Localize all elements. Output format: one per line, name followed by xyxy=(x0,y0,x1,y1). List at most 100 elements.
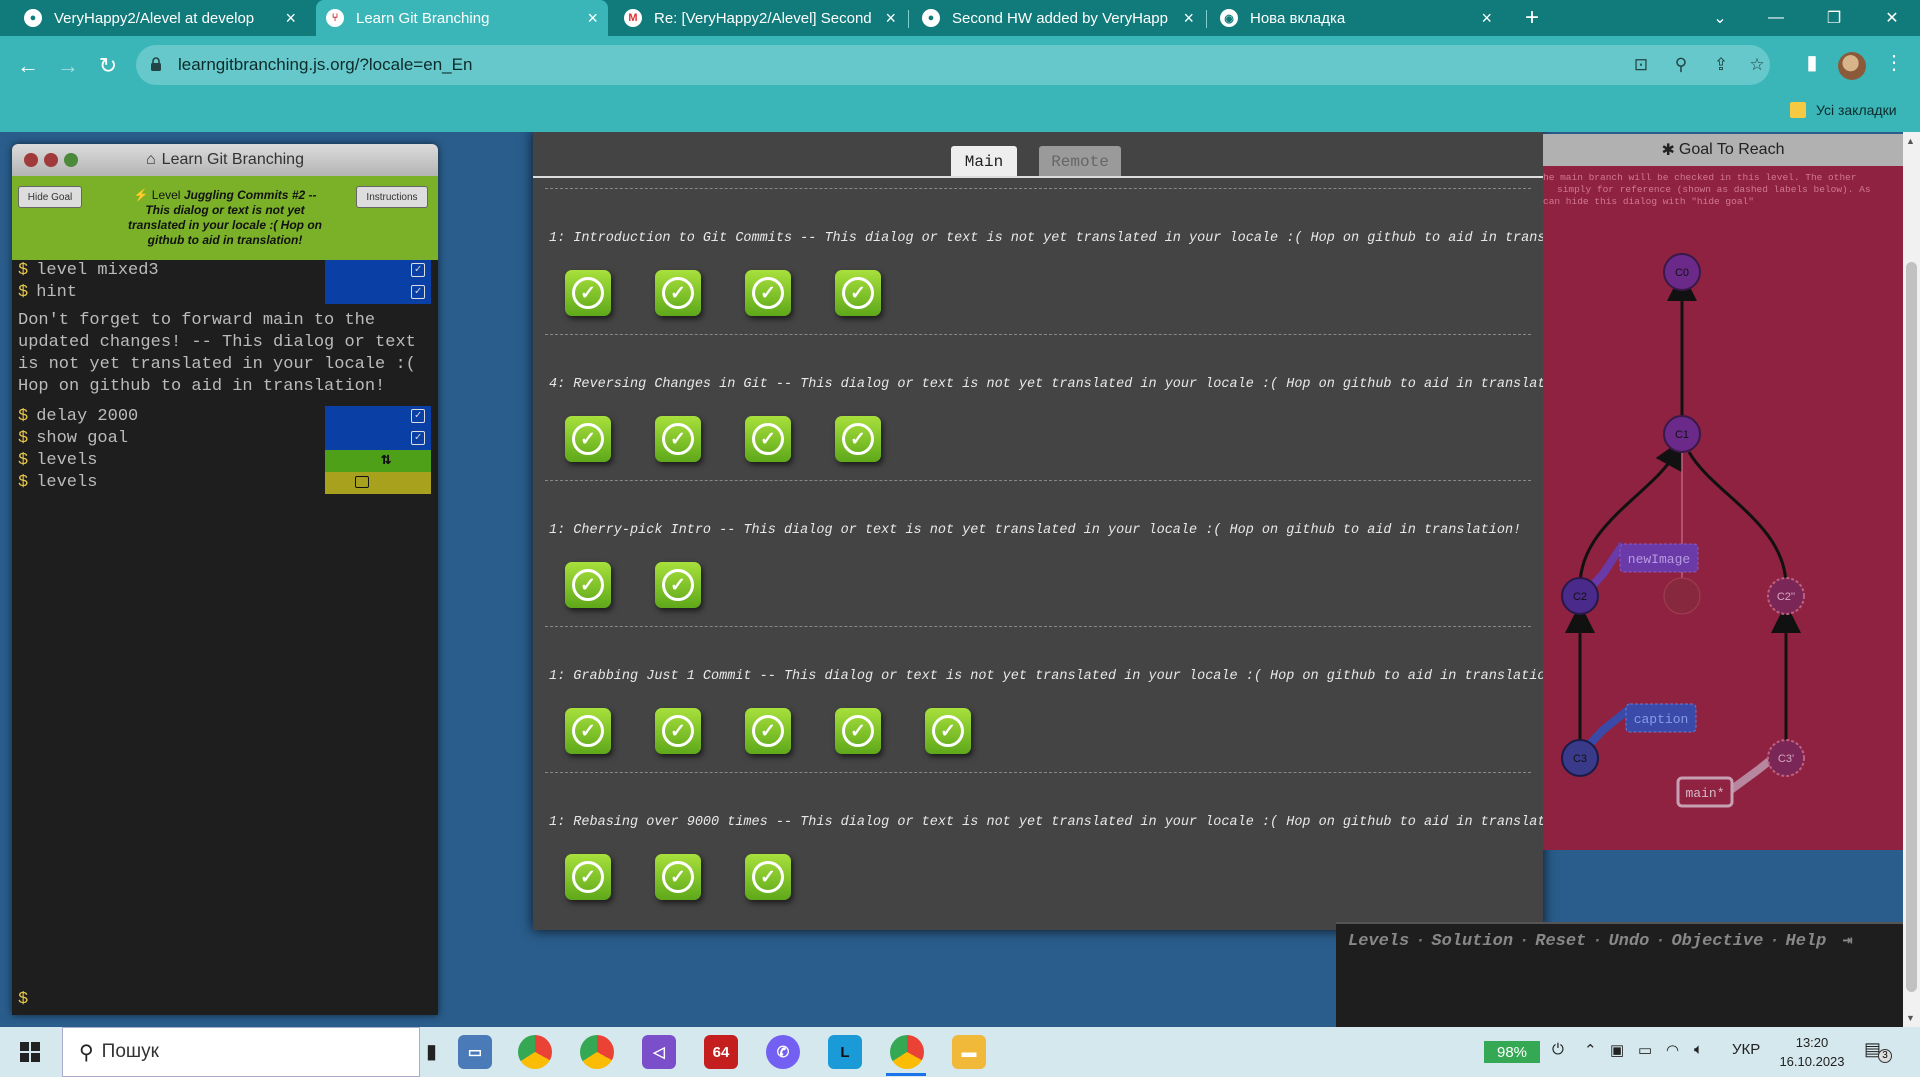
back-icon[interactable]: ← xyxy=(12,50,44,82)
task-view-icon[interactable]: ▮ xyxy=(426,1039,437,1064)
bookmarks-bar: Усі закладки xyxy=(0,94,1920,132)
solved-level-button[interactable]: ✓ xyxy=(835,270,881,316)
exit-icon[interactable]: ⇥ xyxy=(1843,932,1853,951)
meet-icon[interactable]: ▣ xyxy=(1610,1041,1624,1059)
close-tab-icon[interactable]: × xyxy=(1183,8,1194,29)
solved-level-button[interactable]: ✓ xyxy=(925,708,971,754)
solved-level-button[interactable]: ✓ xyxy=(655,854,701,900)
instructions-button[interactable]: Instructions xyxy=(356,186,428,208)
minimize-icon[interactable]: — xyxy=(1748,0,1804,36)
all-bookmarks-link[interactable]: Усі закладки xyxy=(1816,102,1897,118)
levels-link[interactable]: Levels xyxy=(1348,932,1409,951)
scrollbar-thumb[interactable] xyxy=(1906,262,1917,992)
close-tab-icon[interactable]: × xyxy=(1481,8,1492,29)
new-tab-button[interactable]: + xyxy=(1512,0,1552,36)
tab-learn-git-branching[interactable]: ⑂ Learn Git Branching × xyxy=(316,0,608,36)
viber-icon[interactable]: ✆ xyxy=(766,1035,800,1069)
checkmark-icon: ✓ xyxy=(752,277,784,309)
translate-icon[interactable]: ⊡ xyxy=(1630,55,1652,77)
solved-level-button[interactable]: ✓ xyxy=(655,270,701,316)
tab-new[interactable]: ◉ Нова вкладка × xyxy=(1210,0,1502,36)
level-select-dialog: Main Remote 1: Introduction to Git Commi… xyxy=(533,132,1543,930)
close-tab-icon[interactable]: × xyxy=(587,8,598,29)
checkmark-icon: ✓ xyxy=(752,715,784,747)
taskbar-search[interactable]: ⚲ Пошук xyxy=(62,1027,420,1077)
checkmark-icon: ✓ xyxy=(572,861,604,893)
objective-link[interactable]: Objective xyxy=(1671,932,1763,951)
sequence-title: 1: Introduction to Git Commits -- This d… xyxy=(549,231,1543,246)
solved-level-button[interactable]: ✓ xyxy=(655,416,701,462)
visual-studio-icon[interactable]: ◁ xyxy=(642,1035,676,1069)
terminal-titlebar: ⌂ Learn Git Branching xyxy=(12,144,438,176)
lock-icon[interactable] xyxy=(150,57,162,71)
scroll-down-icon[interactable]: ▼ xyxy=(1906,1013,1915,1023)
tab-remote[interactable]: Remote xyxy=(1039,146,1121,178)
solved-level-button[interactable]: ✓ xyxy=(565,562,611,608)
solved-level-button[interactable]: ✓ xyxy=(745,708,791,754)
speaker-icon[interactable]: 🔈︎ xyxy=(1694,1041,1703,1058)
forward-icon[interactable]: → xyxy=(52,50,84,82)
tabs-divider xyxy=(533,176,1543,178)
menu-icon[interactable]: ⋮ xyxy=(1880,50,1908,78)
avatar[interactable] xyxy=(1838,52,1866,80)
tab-main[interactable]: Main xyxy=(951,146,1017,178)
undo-link[interactable]: Undo xyxy=(1608,932,1649,951)
home-icon: ⌂ xyxy=(146,151,156,168)
command-prompt[interactable]: $ xyxy=(18,990,28,1009)
tab-search-icon[interactable]: ⌄ xyxy=(1692,0,1748,36)
checkmark-icon: ✓ xyxy=(662,569,694,601)
file-explorer-icon[interactable]: ▬ xyxy=(952,1035,986,1069)
commit-ghost xyxy=(1663,577,1701,615)
level-banner: Hide Goal ⚡ Level Juggling Commits #2 --… xyxy=(12,176,438,260)
solved-level-button[interactable]: ✓ xyxy=(835,416,881,462)
solved-level-button[interactable]: ✓ xyxy=(655,708,701,754)
restore-icon[interactable]: ❐ xyxy=(1806,0,1862,36)
solved-level-button[interactable]: ✓ xyxy=(745,854,791,900)
zoom-icon[interactable]: ⚲ xyxy=(1670,55,1692,77)
start-button[interactable] xyxy=(0,1027,60,1077)
wifi-icon[interactable]: ◠ xyxy=(1666,1041,1679,1059)
reload-icon[interactable]: ↻ xyxy=(92,50,124,82)
solved-level-button[interactable]: ✓ xyxy=(655,562,701,608)
battery-indicator[interactable]: 98% xyxy=(1484,1041,1540,1063)
battery-icon[interactable]: ▭ xyxy=(1638,1041,1652,1059)
clock[interactable]: 13:20 16.10.2023 xyxy=(1772,1033,1852,1071)
tab-gmail[interactable]: M Re: [VeryHappy2/Alevel] Second × xyxy=(614,0,906,36)
command-status: ✓ xyxy=(325,260,431,282)
l-app-icon[interactable]: L xyxy=(828,1035,862,1069)
commit-c2-label: C2 xyxy=(1573,591,1587,603)
chrome-profile-icon[interactable] xyxy=(580,1035,614,1069)
close-tab-icon[interactable]: × xyxy=(885,8,896,29)
reset-link[interactable]: Reset xyxy=(1535,932,1586,951)
chevron-up-icon[interactable]: ⌃ xyxy=(1584,1041,1597,1059)
aida64-icon[interactable]: 64 xyxy=(704,1035,738,1069)
language-indicator[interactable]: УКР xyxy=(1732,1041,1760,1058)
chrome-active-icon[interactable] xyxy=(890,1035,924,1069)
close-window-icon[interactable]: ✕ xyxy=(1864,0,1920,36)
url-text[interactable]: learngitbranching.js.org/?locale=en_En xyxy=(178,55,472,75)
tab-github-alevel[interactable]: ● VeryHappy2/Alevel at develop × xyxy=(14,0,306,36)
sequence-divider xyxy=(545,188,1531,189)
solved-level-button[interactable]: ✓ xyxy=(835,708,881,754)
page-scrollbar[interactable]: ▲ ▼ xyxy=(1903,132,1920,1027)
solved-level-button[interactable]: ✓ xyxy=(745,270,791,316)
help-link[interactable]: Help xyxy=(1786,932,1827,951)
solved-level-button[interactable]: ✓ xyxy=(745,416,791,462)
bookmark-star-icon[interactable]: ☆ xyxy=(1746,55,1768,77)
close-tab-icon[interactable]: × xyxy=(285,8,296,29)
notifications-button[interactable]: ▤ 3 xyxy=(1864,1039,1892,1063)
command-status: ✓ xyxy=(325,428,431,450)
solution-link[interactable]: Solution xyxy=(1431,932,1513,951)
solved-level-button[interactable]: ✓ xyxy=(565,708,611,754)
hide-goal-button[interactable]: Hide Goal xyxy=(18,186,82,208)
scroll-up-icon[interactable]: ▲ xyxy=(1906,136,1915,146)
solved-level-button[interactable]: ✓ xyxy=(565,416,611,462)
solved-level-button[interactable]: ✓ xyxy=(565,854,611,900)
solved-level-button[interactable]: ✓ xyxy=(565,270,611,316)
address-bar[interactable]: learngitbranching.js.org/?locale=en_En ⊡… xyxy=(136,45,1770,85)
share-icon[interactable]: ⇪ xyxy=(1710,55,1732,77)
side-panel-icon[interactable]: ▮ xyxy=(1798,50,1826,78)
tab-github-hw[interactable]: ● Second HW added by VeryHapp × xyxy=(912,0,1204,36)
chrome-icon[interactable] xyxy=(518,1035,552,1069)
files-app-icon[interactable]: ▭ xyxy=(458,1035,492,1069)
